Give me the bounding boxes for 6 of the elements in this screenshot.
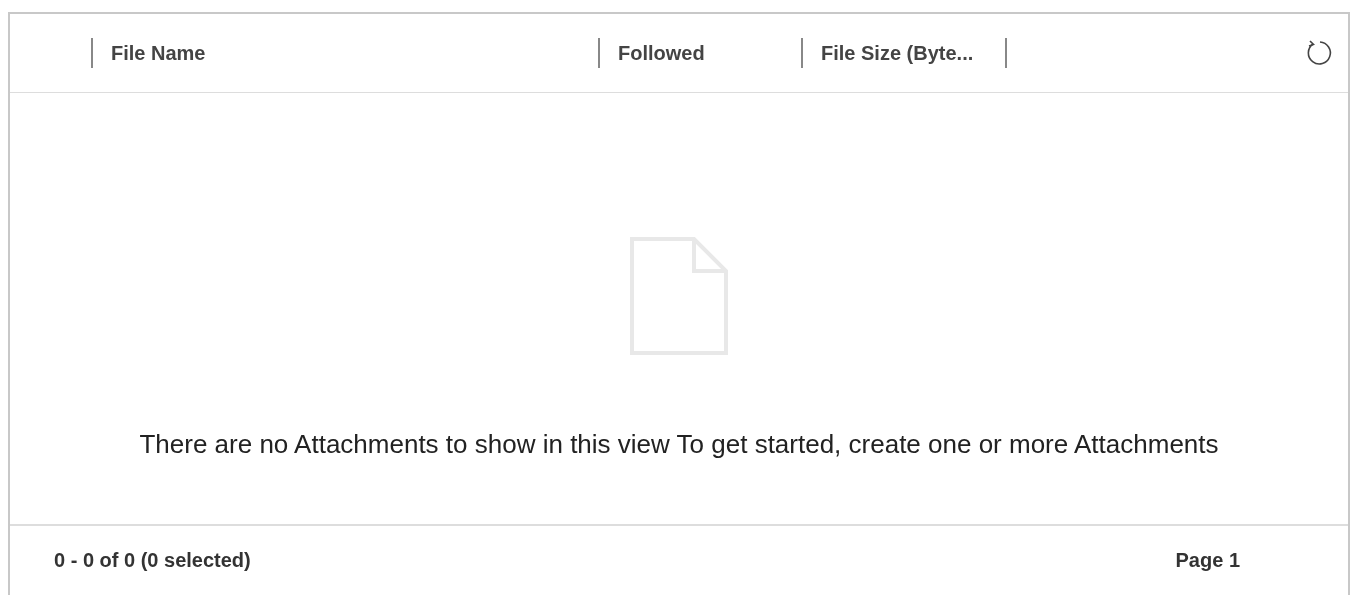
column-header[interactable]: File Size (Byte... — [821, 41, 974, 65]
column-header[interactable]: File Name — [111, 41, 206, 65]
page-number: Page 1 — [1175, 549, 1240, 572]
record-count: 0 - 0 of 0 (0 selected) — [54, 549, 251, 572]
column-header[interactable]: Followed — [618, 41, 705, 65]
empty-message: There are no Attachments to show in this view To get started, create one or more Attachments — [138, 428, 1220, 461]
